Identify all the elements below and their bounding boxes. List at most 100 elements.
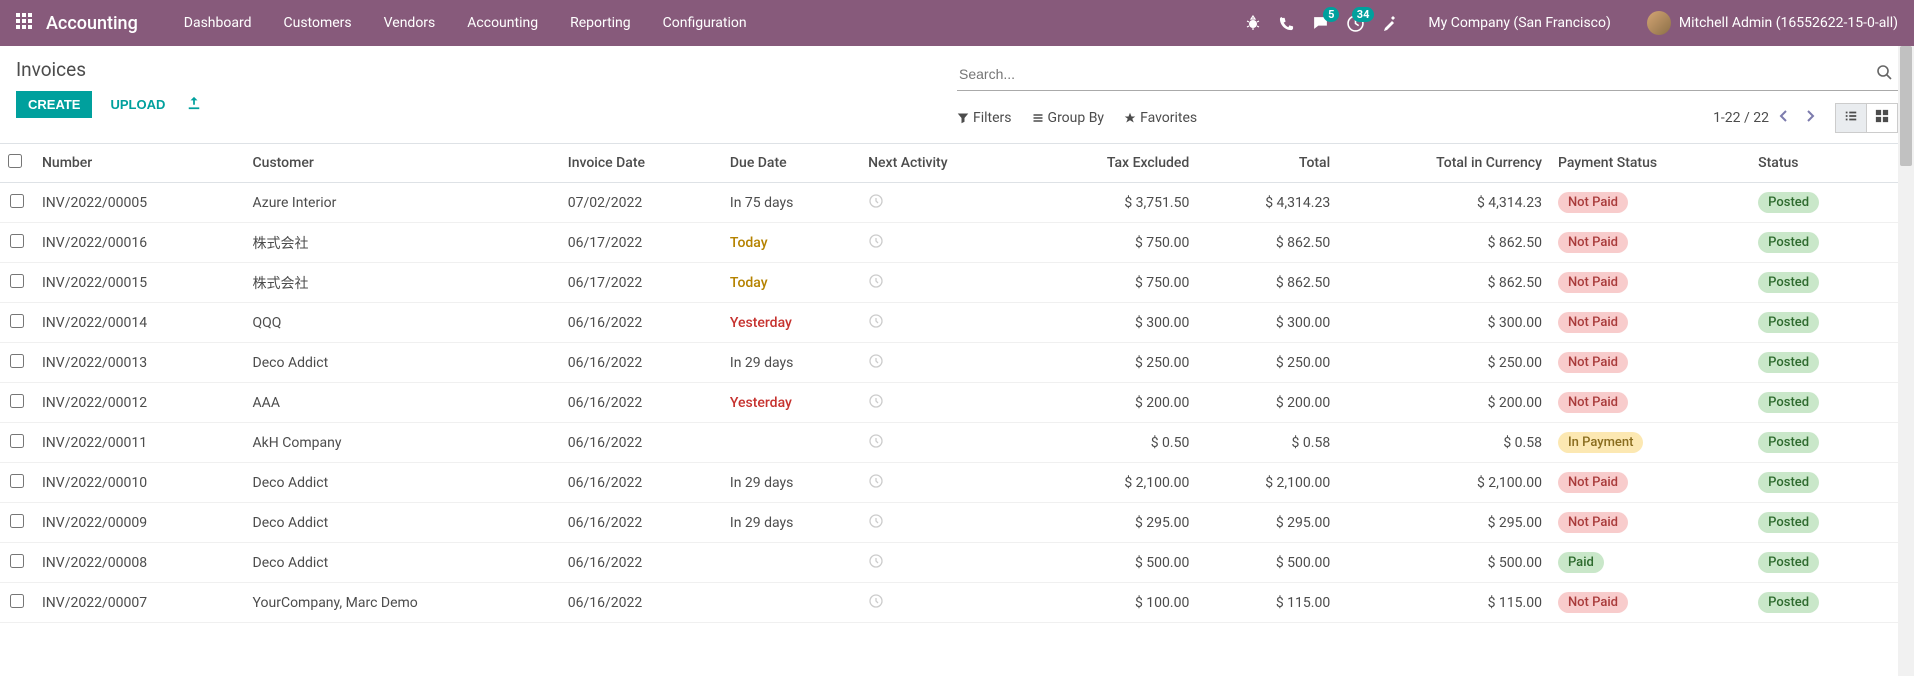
col-next-activity[interactable]: Next Activity [860, 144, 1026, 183]
upload-button[interactable]: UPLOAD [100, 91, 175, 118]
row-checkbox[interactable] [10, 314, 24, 328]
clock-icon [868, 397, 884, 413]
cell-status: Posted [1750, 223, 1884, 263]
company-selector[interactable]: My Company (San Francisco) [1428, 15, 1610, 31]
cell-payment-status: Not Paid [1550, 503, 1750, 543]
cell-next-activity[interactable] [860, 223, 1026, 263]
filters-button[interactable]: Filters [957, 110, 1012, 126]
nav-item-reporting[interactable]: Reporting [554, 0, 647, 46]
cell-customer: AkH Company [245, 423, 560, 463]
tools-icon[interactable] [1382, 15, 1398, 31]
table-row[interactable]: INV/2022/00010Deco Addict06/16/2022In 29… [0, 463, 1914, 503]
cell-status: Posted [1750, 463, 1884, 503]
row-checkbox[interactable] [10, 514, 24, 528]
row-checkbox[interactable] [10, 354, 24, 368]
cell-number: INV/2022/00013 [34, 343, 245, 383]
create-button[interactable]: CREATE [16, 91, 92, 118]
cell-tax-excluded: $ 100.00 [1026, 583, 1197, 623]
view-kanban-button[interactable] [1866, 103, 1898, 133]
col-payment-status[interactable]: Payment Status [1550, 144, 1750, 183]
row-checkbox[interactable] [10, 194, 24, 208]
row-checkbox[interactable] [10, 474, 24, 488]
pager-prev[interactable] [1773, 105, 1795, 131]
brand-title[interactable]: Accounting [46, 13, 138, 34]
cell-total-currency: $ 295.00 [1338, 503, 1550, 543]
messages-icon[interactable]: 5 [1312, 15, 1329, 32]
cell-next-activity[interactable] [860, 463, 1026, 503]
cell-next-activity[interactable] [860, 423, 1026, 463]
payment-badge: Not Paid [1558, 592, 1628, 613]
apps-icon[interactable] [16, 13, 32, 33]
upload-icon[interactable] [183, 92, 205, 118]
cell-customer: YourCompany, Marc Demo [245, 583, 560, 623]
col-due-date[interactable]: Due Date [722, 144, 860, 183]
cell-due-date: In 29 days [722, 463, 860, 503]
table-row[interactable]: INV/2022/00009Deco Addict06/16/2022In 29… [0, 503, 1914, 543]
cell-number: INV/2022/00011 [34, 423, 245, 463]
row-checkbox[interactable] [10, 234, 24, 248]
row-checkbox[interactable] [10, 394, 24, 408]
row-checkbox[interactable] [10, 434, 24, 448]
cell-payment-status: Not Paid [1550, 583, 1750, 623]
row-checkbox[interactable] [10, 594, 24, 608]
activities-icon[interactable]: 34 [1347, 15, 1364, 32]
table-row[interactable]: INV/2022/00007YourCompany, Marc Demo06/1… [0, 583, 1914, 623]
table-row[interactable]: INV/2022/00012AAA06/16/2022Yesterday$ 20… [0, 383, 1914, 423]
nav-item-customers[interactable]: Customers [268, 0, 368, 46]
invoice-table: Number Customer Invoice Date Due Date Ne… [0, 144, 1914, 623]
search-input[interactable] [957, 62, 1870, 86]
select-all-checkbox[interactable] [8, 154, 22, 168]
cell-next-activity[interactable] [860, 183, 1026, 223]
cell-invoice-date: 06/17/2022 [560, 263, 722, 303]
col-customer[interactable]: Customer [245, 144, 560, 183]
cell-total: $ 862.50 [1197, 223, 1338, 263]
cell-next-activity[interactable] [860, 503, 1026, 543]
cell-customer: Deco Addict [245, 543, 560, 583]
favorites-button[interactable]: Favorites [1124, 110, 1197, 126]
col-number[interactable]: Number [34, 144, 245, 183]
cell-payment-status: Not Paid [1550, 303, 1750, 343]
main-nav: DashboardCustomersVendorsAccountingRepor… [168, 0, 763, 46]
col-invoice-date[interactable]: Invoice Date [560, 144, 722, 183]
nav-item-dashboard[interactable]: Dashboard [168, 0, 268, 46]
row-checkbox[interactable] [10, 274, 24, 288]
pager-next[interactable] [1799, 105, 1821, 131]
groupby-button[interactable]: Group By [1032, 110, 1105, 126]
table-row[interactable]: INV/2022/00014QQQ06/16/2022Yesterday$ 30… [0, 303, 1914, 343]
cell-customer: 株式会社 [245, 223, 560, 263]
col-total-currency[interactable]: Total in Currency [1338, 144, 1550, 183]
cell-next-activity[interactable] [860, 263, 1026, 303]
nav-item-vendors[interactable]: Vendors [368, 0, 452, 46]
table-row[interactable]: INV/2022/00013Deco Addict06/16/2022In 29… [0, 343, 1914, 383]
cell-customer: Deco Addict [245, 343, 560, 383]
col-status[interactable]: Status [1750, 144, 1884, 183]
pager-text[interactable]: 1-22 / 22 [1713, 110, 1769, 126]
phone-icon[interactable] [1279, 16, 1294, 31]
topbar-right: 5 34 My Company (San Francisco) Mitchell… [1245, 11, 1898, 35]
col-tax-excluded[interactable]: Tax Excluded [1026, 144, 1197, 183]
col-total[interactable]: Total [1197, 144, 1338, 183]
user-menu[interactable]: Mitchell Admin (16552622-15-0-all) [1647, 11, 1898, 35]
scrollbar-thumb[interactable] [1900, 46, 1912, 166]
view-list-button[interactable] [1835, 103, 1866, 133]
status-badge: Posted [1758, 232, 1819, 253]
row-checkbox[interactable] [10, 554, 24, 568]
nav-item-configuration[interactable]: Configuration [647, 0, 763, 46]
table-row[interactable]: INV/2022/00016株式会社06/17/2022Today$ 750.0… [0, 223, 1914, 263]
search-icon[interactable] [1870, 64, 1898, 84]
scrollbar[interactable] [1898, 46, 1914, 676]
cell-next-activity[interactable] [860, 543, 1026, 583]
clock-icon [868, 517, 884, 533]
payment-badge: Not Paid [1558, 472, 1628, 493]
table-row[interactable]: INV/2022/00005Azure Interior07/02/2022In… [0, 183, 1914, 223]
cell-next-activity[interactable] [860, 343, 1026, 383]
debug-icon[interactable] [1245, 15, 1261, 31]
nav-item-accounting[interactable]: Accounting [451, 0, 554, 46]
table-row[interactable]: INV/2022/00008Deco Addict06/16/2022$ 500… [0, 543, 1914, 583]
table-row[interactable]: INV/2022/00015株式会社06/17/2022Today$ 750.0… [0, 263, 1914, 303]
cell-next-activity[interactable] [860, 583, 1026, 623]
cell-next-activity[interactable] [860, 303, 1026, 343]
table-row[interactable]: INV/2022/00011AkH Company06/16/2022$ 0.5… [0, 423, 1914, 463]
cell-next-activity[interactable] [860, 383, 1026, 423]
cell-total: $ 200.00 [1197, 383, 1338, 423]
